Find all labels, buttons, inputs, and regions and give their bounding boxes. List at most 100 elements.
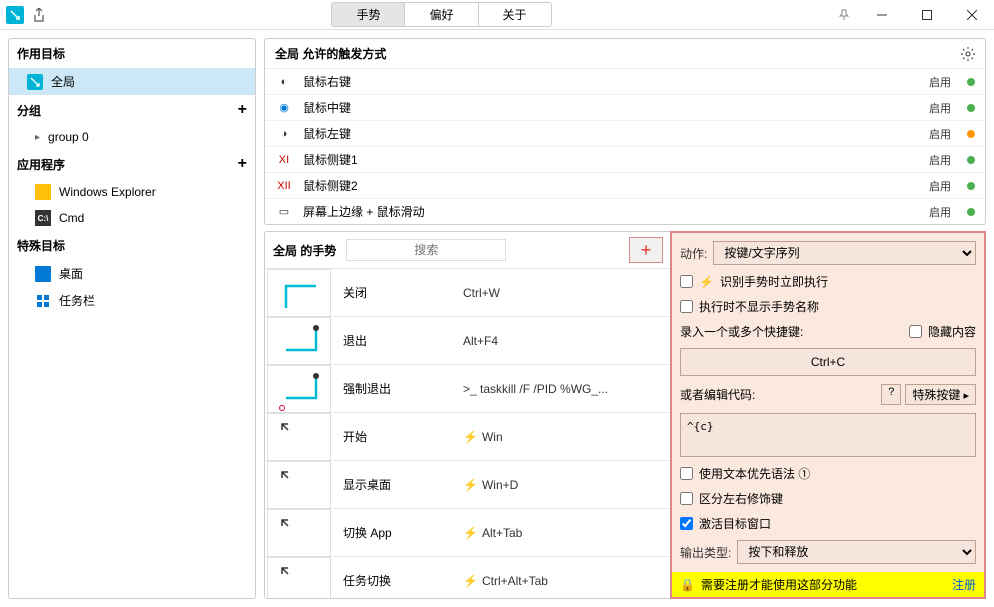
pin-icon[interactable] — [829, 0, 859, 30]
gesture-name: 关闭 — [343, 284, 463, 301]
trigger-status: 启用 — [929, 152, 951, 168]
gesture-shape — [267, 509, 331, 557]
share-icon[interactable] — [30, 6, 48, 24]
tab-gestures[interactable]: 手势 — [332, 3, 405, 26]
trigger-row[interactable]: XI 鼠标侧键1 启用 — [265, 146, 985, 172]
sidebar-item-label: 任务栏 — [59, 292, 95, 309]
gesture-name: 切换 App — [343, 524, 463, 541]
gesture-row[interactable]: 任务切换 ⚡Ctrl+Alt+Tab — [265, 557, 671, 598]
gesture-shape — [267, 317, 331, 365]
gesture-shape — [267, 557, 331, 599]
trigger-status: 启用 — [929, 204, 951, 220]
sidebar-item-cmd[interactable]: C:\ Cmd — [9, 205, 255, 231]
register-link[interactable]: 注册 — [952, 576, 976, 593]
tab-preferences[interactable]: 偏好 — [405, 3, 478, 26]
activate-checkbox[interactable] — [680, 517, 693, 530]
targets-header: 作用目标 — [9, 39, 255, 68]
sidebar-item-label: 桌面 — [59, 265, 83, 282]
trigger-row[interactable]: ◐ 鼠标右键 启用 — [265, 68, 985, 94]
gesture-name: 开始 — [343, 428, 463, 445]
output-type-select[interactable]: 按下和释放 — [737, 540, 976, 564]
special-keys-button[interactable]: 特殊按键 ▸ — [905, 384, 976, 405]
trigger-icon: ◑ — [275, 128, 293, 140]
recognize-label: 识别手势时立即执行 — [720, 273, 828, 290]
output-type-label: 输出类型: — [680, 544, 731, 561]
gesture-name: 任务切换 — [343, 572, 463, 589]
minimize-button[interactable] — [859, 0, 904, 30]
main-tabs: 手势 偏好 关于 — [331, 2, 551, 27]
action-panel: 动作: 按键/文字序列 ⚡ 识别手势时立即执行 执行时不显示手势名称 录入一个或… — [670, 231, 986, 599]
taskbar-icon — [35, 293, 51, 309]
gear-icon[interactable] — [961, 47, 975, 61]
gesture-shape — [267, 461, 331, 509]
trigger-name: 鼠标右键 — [303, 73, 919, 90]
bolt-icon: ⚡ — [463, 526, 478, 540]
status-dot — [967, 156, 975, 164]
sidebar-item-label: Cmd — [59, 211, 84, 225]
trigger-icon: ◐ — [275, 76, 293, 88]
gesture-name: 显示桌面 — [343, 476, 463, 493]
app-icon — [6, 6, 24, 24]
modifiers-checkbox[interactable] — [680, 492, 693, 505]
gesture-row[interactable]: 显示桌面 ⚡Win+D — [265, 461, 671, 509]
trigger-row[interactable]: ▭ 屏幕上边缘 + 鼠标滑动 启用 — [265, 198, 985, 224]
trigger-icon: ▭ — [275, 205, 293, 218]
sidebar-item-taskbar[interactable]: 任务栏 — [9, 287, 255, 314]
text-syntax-checkbox[interactable] — [680, 467, 693, 480]
hide-content-checkbox[interactable] — [909, 325, 922, 338]
gesture-shortcut: ⚡Ctrl+Alt+Tab — [463, 572, 661, 589]
action-select[interactable]: 按键/文字序列 — [713, 241, 976, 265]
sidebar-item-group0[interactable]: ▸ group 0 — [9, 125, 255, 149]
hide-content-label: 隐藏内容 — [928, 323, 976, 340]
special-header: 特殊目标 — [9, 231, 255, 260]
gesture-shortcut: >_ taskkill /F /PID %WG_... — [463, 380, 661, 397]
add-group-button[interactable]: + — [238, 101, 247, 119]
bolt-icon: ⚡ — [463, 478, 478, 492]
bolt-icon: ⚡ — [699, 275, 714, 289]
trigger-status: 启用 — [929, 126, 951, 142]
sidebar-item-global[interactable]: 全局 — [9, 68, 255, 95]
trigger-row[interactable]: ◑ 鼠标左键 启用 — [265, 120, 985, 146]
modifiers-label: 区分左右修饰键 — [699, 490, 783, 507]
trigger-icon: ◉ — [275, 101, 293, 114]
maximize-button[interactable] — [904, 0, 949, 30]
sidebar-item-label: Windows Explorer — [59, 185, 156, 199]
triggers-title: 全局 允许的触发方式 — [275, 45, 386, 62]
gesture-row[interactable]: 开始 ⚡Win — [265, 413, 671, 461]
recognize-checkbox[interactable] — [680, 275, 693, 288]
bolt-icon: ⚡ — [463, 430, 478, 444]
sidebar-item-desktop[interactable]: 桌面 — [9, 260, 255, 287]
search-input[interactable] — [346, 239, 506, 261]
close-button[interactable] — [949, 0, 994, 30]
gesture-shortcut: ⚡Alt+Tab — [463, 524, 661, 541]
triggers-panel: 全局 允许的触发方式 ◐ 鼠标右键 启用 ◉ 鼠标中键 启用 ◑ 鼠标左键 启用… — [264, 38, 986, 225]
status-dot — [967, 208, 975, 216]
gesture-row[interactable]: 切换 App ⚡Alt+Tab — [265, 509, 671, 557]
tab-about[interactable]: 关于 — [479, 3, 551, 26]
code-input[interactable]: ^{c} — [680, 413, 976, 457]
gesture-row[interactable]: 强制退出 >_ taskkill /F /PID %WG_... — [265, 365, 671, 413]
help-button[interactable]: ? — [881, 384, 901, 405]
sidebar: 作用目标 全局 分组 + ▸ group 0 应用程序 + Windows Ex… — [8, 38, 256, 599]
trigger-row[interactable]: ◉ 鼠标中键 启用 — [265, 94, 985, 120]
gesture-shortcut: Alt+F4 — [463, 332, 661, 349]
text-syntax-label: 使用文本优先语法 ① — [699, 465, 810, 482]
lock-icon: 🔒 — [680, 578, 695, 592]
gestures-panel: 全局 的手势 + 关闭 Ctrl+W 退出 Alt+F4 强制退出 >_ tas… — [265, 232, 671, 598]
status-dot — [967, 182, 975, 190]
gesture-shape — [267, 365, 331, 413]
gesture-row[interactable]: 退出 Alt+F4 — [265, 317, 671, 365]
trigger-row[interactable]: XII 鼠标侧键2 启用 — [265, 172, 985, 198]
status-dot — [967, 78, 975, 86]
gesture-row[interactable]: 关闭 Ctrl+W — [265, 269, 671, 317]
add-app-button[interactable]: + — [238, 155, 247, 173]
gesture-shape — [267, 413, 331, 461]
bolt-icon: ⚡ — [463, 574, 478, 588]
trigger-name: 鼠标中键 — [303, 99, 919, 116]
trigger-icon: XII — [275, 180, 293, 192]
gesture-name: 退出 — [343, 332, 463, 349]
shortcut-input[interactable]: Ctrl+C — [680, 348, 976, 376]
hidename-checkbox[interactable] — [680, 300, 693, 313]
add-gesture-button[interactable]: + — [629, 237, 663, 263]
sidebar-item-explorer[interactable]: Windows Explorer — [9, 179, 255, 205]
